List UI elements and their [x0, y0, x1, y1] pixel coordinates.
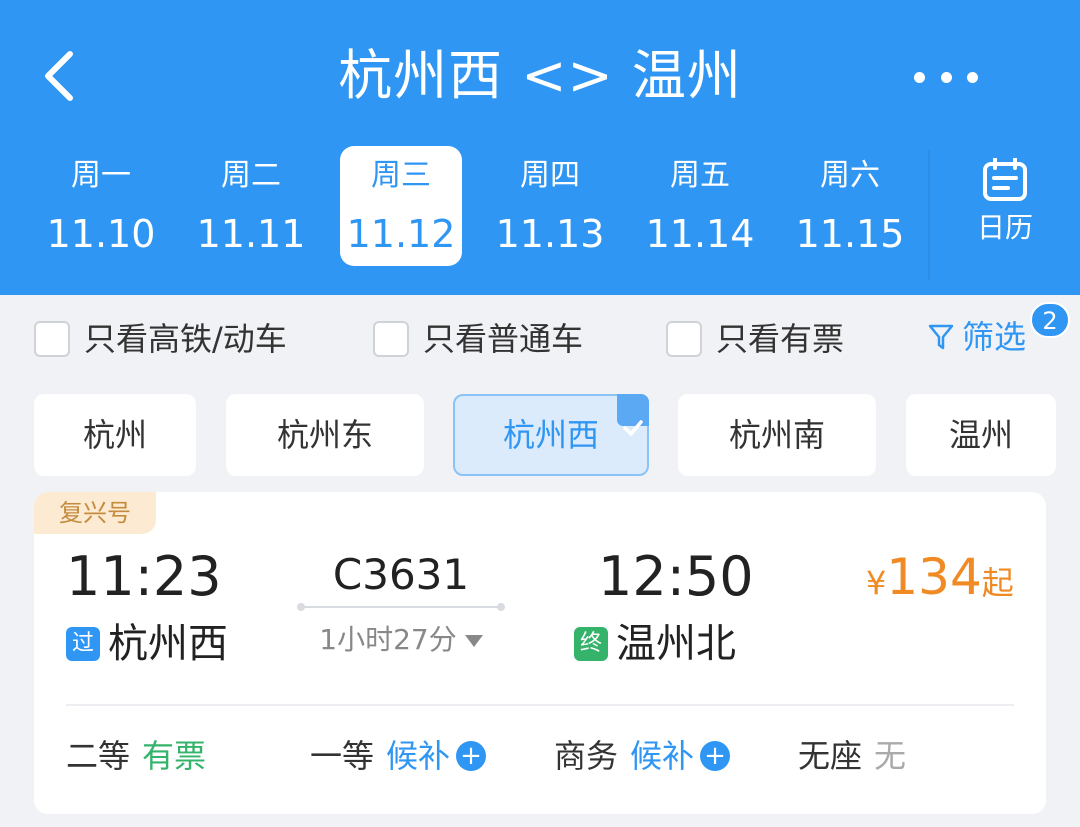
station-chip-label: 杭州西 — [502, 416, 599, 454]
filter-available-checkbox[interactable]: 只看有票 — [666, 319, 844, 359]
date-weekday: 周五 — [670, 158, 730, 193]
divider — [928, 150, 930, 280]
more-icon-dot — [967, 71, 978, 83]
date-weekday: 周一 — [71, 158, 131, 193]
price-value: 134 — [886, 548, 982, 606]
plus-circle-icon[interactable]: + — [700, 741, 731, 771]
date-weekday: 周六 — [820, 158, 880, 193]
seat-business-class[interactable]: 商务 候补 + — [554, 734, 731, 778]
date-value: 11.12 — [346, 212, 456, 256]
screen-label: 筛选 — [962, 318, 1027, 356]
date-value: 11.13 — [495, 212, 605, 256]
departure-station-name: 杭州西 — [108, 621, 228, 667]
date-selector: 周一 11.10 周二 11.11 周三 11.12 周四 11.13 周五 1… — [26, 146, 926, 268]
filter-bar: 只看高铁/动车 只看普通车 只看有票 筛选 — [0, 295, 1080, 383]
price-suffix: 起 — [981, 564, 1014, 602]
calendar-button[interactable]: 日历 — [950, 158, 1060, 258]
arrival-time: 12:50 — [598, 545, 754, 608]
more-button[interactable] — [914, 60, 978, 94]
date-weekday: 周三 — [371, 158, 431, 193]
departure-time: 11:23 — [66, 545, 222, 608]
seat-class: 商务 — [554, 737, 619, 775]
date-value: 11.11 — [196, 212, 306, 256]
checkbox-icon — [373, 321, 409, 357]
checkbox-icon — [34, 321, 70, 357]
station-chip[interactable]: 温州 — [906, 394, 1056, 476]
date-tab[interactable]: 周四 11.13 — [489, 146, 611, 266]
date-weekday: 周四 — [520, 158, 580, 193]
funnel-icon — [928, 324, 954, 350]
header-bar: 杭州西 <> 温州 周一 11.10 周二 11.11 周三 11.12 周四 … — [0, 0, 1080, 295]
route-line — [297, 603, 505, 611]
divider — [66, 704, 1014, 706]
calendar-label: 日历 — [976, 211, 1033, 244]
seat-status: 无 — [874, 737, 907, 775]
seat-status: 有票 — [142, 737, 207, 775]
more-icon-dot — [914, 71, 925, 83]
train-card[interactable]: 复兴号 11:23 C3631 1小时27分 12:50 过 杭州西 终 温州北… — [34, 492, 1046, 814]
station-chip-selected[interactable]: 杭州西 — [453, 394, 649, 476]
check-icon — [617, 394, 649, 436]
filter-high-speed-checkbox[interactable]: 只看高铁/动车 — [34, 319, 287, 359]
filter-label: 只看高铁/动车 — [84, 320, 287, 358]
arrival-station: 终 温州北 — [574, 618, 736, 670]
arrival-station-name: 温州北 — [616, 621, 736, 667]
station-chip[interactable]: 杭州 — [34, 394, 196, 476]
pass-station-icon: 过 — [66, 627, 100, 661]
screen-button[interactable]: 筛选 — [928, 317, 1026, 357]
date-tab-selected[interactable]: 周三 11.12 — [340, 146, 462, 266]
station-selector: 杭州 杭州东 杭州西 杭州南 温州 — [0, 394, 1080, 478]
checkbox-icon — [666, 321, 702, 357]
seat-class: 二等 — [66, 737, 131, 775]
date-value: 11.14 — [645, 212, 755, 256]
departure-station: 过 杭州西 — [66, 618, 228, 670]
seat-class: 一等 — [310, 737, 375, 775]
caret-down-icon — [464, 635, 483, 647]
duration-text: 1小时27分 — [319, 623, 457, 656]
train-number: C3631 — [332, 550, 470, 599]
price-currency: ¥ — [866, 564, 887, 602]
filter-normal-checkbox[interactable]: 只看普通车 — [373, 319, 583, 359]
filter-label: 只看普通车 — [423, 320, 584, 358]
date-value: 11.15 — [795, 212, 905, 256]
plus-circle-icon[interactable]: + — [456, 741, 487, 771]
filter-label: 只看有票 — [716, 320, 845, 358]
station-chip[interactable]: 杭州东 — [226, 394, 424, 476]
date-tab[interactable]: 周五 11.14 — [639, 146, 761, 266]
more-icon-dot — [940, 71, 952, 83]
seat-no-seat: 无座 无 — [798, 734, 906, 778]
train-type-tag: 复兴号 — [34, 492, 156, 534]
terminal-station-icon: 终 — [574, 627, 608, 661]
travel-duration[interactable]: 1小时27分 — [300, 618, 502, 662]
date-weekday: 周二 — [221, 158, 281, 193]
date-tab[interactable]: 周一 11.10 — [40, 146, 162, 266]
calendar-icon — [983, 158, 1027, 201]
filter-count-badge: 2 — [1030, 302, 1070, 338]
seat-status: 候补 — [630, 737, 695, 775]
seat-class: 无座 — [798, 737, 863, 775]
seat-second-class: 二等 有票 — [66, 734, 206, 778]
station-chip[interactable]: 杭州南 — [678, 394, 876, 476]
date-tab[interactable]: 周六 11.15 — [789, 146, 911, 266]
date-tab[interactable]: 周二 11.11 — [190, 146, 312, 266]
seat-status: 候补 — [386, 737, 451, 775]
price: ¥134起 — [866, 546, 1014, 608]
seat-first-class[interactable]: 一等 候补 + — [310, 734, 487, 778]
date-value: 11.10 — [46, 212, 156, 256]
